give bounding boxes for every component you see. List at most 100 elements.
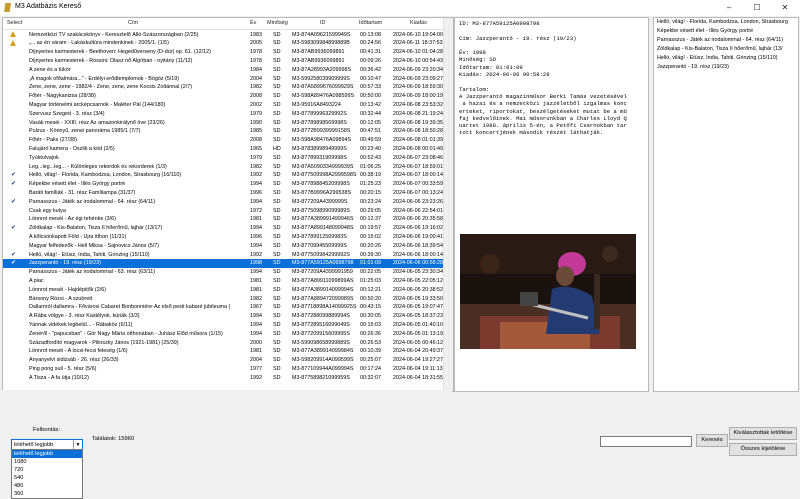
- cell-title: Magyar történelmi arcképcsarnok - Maléte…: [29, 101, 166, 108]
- table-row[interactable]: Díjnyertes karmesterek - Beethoven: Hege…: [3, 48, 453, 57]
- cell-quality: SD: [273, 207, 281, 214]
- resolution-option[interactable]: 540: [12, 474, 82, 482]
- table-row[interactable]: ✔ Képekbe vésett élet - Illés György port…: [3, 180, 453, 189]
- cell-id: M3-598A89476A098599S: [292, 93, 355, 100]
- col-select[interactable]: Select: [7, 20, 22, 26]
- table-row[interactable]: Vasák meséi - XXIII. rész Az amazonkirál…: [3, 118, 453, 127]
- checkmark-icon[interactable]: ✔: [11, 251, 16, 258]
- col-year[interactable]: Év: [250, 20, 256, 26]
- table-row[interactable]: Nemzetközi TV szakácskönyv - Keresztelő …: [3, 30, 453, 39]
- table-row[interactable]: ✔ Helló, világ! - Etüsz, India, Tahiti, G…: [3, 250, 453, 259]
- selected-item[interactable]: Zöldkalap - Kis-Balaton, Tisza II hőerőm…: [657, 46, 783, 52]
- resolution-option[interactable]: 480: [12, 482, 82, 490]
- table-row[interactable]: Századfordító magyarok - Pilinszky János…: [3, 338, 453, 347]
- selected-item[interactable]: Helló, világ! - Etüsz, India, Tahiti, Gr…: [657, 55, 778, 61]
- table-row[interactable]: A piac 1981 SD M3-877A89911099899AS 01:25:03…: [3, 276, 453, 285]
- table-row[interactable]: Díjnyertes karmesterek - Rossini: Olasz …: [3, 56, 453, 65]
- selected-item[interactable]: Helló, világ! - Florida, Kambodzsa, Lond…: [657, 19, 788, 25]
- cell-title: Díjnyertes karmesterek - Rossini: Olasz …: [29, 57, 193, 64]
- col-title[interactable]: Cím: [128, 20, 138, 26]
- table-row[interactable]: Pulzus - Könnyű, zenei panoráma 1985/1 (…: [3, 127, 453, 136]
- close-button[interactable]: ✕: [771, 0, 799, 16]
- selected-item[interactable]: Parnasszus - Játék az irodalommal - 64. …: [657, 37, 783, 43]
- cell-id: M3-87AB9936099891: [292, 57, 345, 64]
- table-row[interactable]: A Tisza - A fa útja (10/12) 1992 SD M3-8775…: [3, 373, 453, 382]
- table-row[interactable]: ✔ Parnasszus - Játék az irodalommal - 64.…: [3, 197, 453, 206]
- cell-quality: SD: [273, 321, 281, 328]
- table-row[interactable]: Magyar felfedezők - Hell Miksa - Sajnovi…: [3, 241, 453, 250]
- table-row[interactable]: Bársony Rózsi - A szubrett 1982 SD M3-877A8…: [3, 294, 453, 303]
- select-all-button[interactable]: Összes kijelölése: [729, 443, 797, 456]
- table-row[interactable]: Szervusz Szeged - 3. rész (3/4) 1979 SD M3-…: [3, 109, 453, 118]
- table-row[interactable]: Csak egy kutya 1972 SD M3-877509899099989S 0…: [3, 206, 453, 215]
- search-button[interactable]: Keresés: [696, 434, 728, 447]
- table-row[interactable]: Falujáró kamera - Oszlik a köd (2/5) 1965…: [3, 144, 453, 153]
- table-row[interactable]: Főtér - Paks (27/38) 2008 SD M3-598A98476A0…: [3, 136, 453, 145]
- table-row[interactable]: ✔ Zöldkalap - Kis-Balaton, Tisza II hőerő…: [3, 224, 453, 233]
- table-vertical-scrollbar[interactable]: [443, 18, 453, 391]
- table-row[interactable]: Lönnrot meséi - A locsi-fecsi feleség (1…: [3, 347, 453, 356]
- checkmark-icon[interactable]: ✔: [11, 224, 16, 231]
- maximize-button[interactable]: ☐: [743, 0, 771, 16]
- table-row[interactable]: „A magok ofőalmára...” - Erdélyi erődtem…: [3, 74, 453, 83]
- table-row[interactable]: Leg...leg...leg... - Különleges rekordok…: [3, 162, 453, 171]
- table-row[interactable]: Zenéről - "papucsban" - Gór Nagy Mária o…: [3, 329, 453, 338]
- cell-id: M3-877289516099049S: [292, 321, 350, 328]
- table-row[interactable]: ✔ Jazzperantó - 19. rész (19/23) 1998 SD M3-…: [3, 258, 453, 268]
- selected-item[interactable]: Képekbe vésett élet - Illés György portr…: [657, 28, 753, 34]
- checkmark-icon[interactable]: ✔: [11, 198, 16, 205]
- resolution-option[interactable]: 720: [12, 466, 82, 474]
- cell-year: 1992: [250, 374, 262, 381]
- resolution-option[interactable]: 1080: [12, 458, 82, 466]
- cell-duration: 00:30:05: [360, 313, 381, 320]
- table-row[interactable]: A Rába völgye - 3. rész Kastélyok, kúriá…: [3, 312, 453, 321]
- table-row[interactable]: A kőlcsönkapott Föld - Újra itthon (11/3…: [3, 232, 453, 241]
- table-row[interactable]: Magyar történelmi arcképcsarnok - Maléte…: [3, 100, 453, 109]
- col-id[interactable]: ID: [320, 20, 326, 26]
- table-row[interactable]: Parnasszus - Játék az irodalommal - 63. …: [3, 268, 453, 277]
- cell-quality: SD: [273, 313, 281, 320]
- table-row[interactable]: Baráti famíliák - 31. rész Famíliampa (3…: [3, 188, 453, 197]
- table-row[interactable]: Tyúktolvajok 1979 SD M3-87789931909998S 00:5…: [3, 153, 453, 162]
- table-row[interactable]: A zene és a tükör 1984 SD M3-87A28993A20999…: [3, 65, 453, 74]
- cell-title: A Tisza - A fa útja (10/12): [29, 374, 89, 381]
- cell-title: „A magok ofőalmára...” - Erdélyi erődtem…: [29, 75, 180, 82]
- table-row[interactable]: „... az én váram - Lakáskultúra mindenki…: [3, 39, 453, 48]
- table-row[interactable]: Anyanyelvi sidizsáb - 26. rész (26/33) 20…: [3, 356, 453, 365]
- cell-duration: 00:41:31: [360, 49, 381, 56]
- cell-year: 1981: [250, 277, 262, 284]
- cell-year: 1990: [250, 119, 262, 126]
- cell-year: 1982: [250, 163, 262, 170]
- selected-item[interactable]: Jazzperantó - 19. rész (19/23): [657, 64, 729, 70]
- table-row[interactable]: Főtér - Nagykanizsa (28/38) 2008 SD M3-598A…: [3, 92, 453, 101]
- cell-id: M3-87789898569998S: [292, 119, 347, 126]
- minimize-button[interactable]: –: [715, 0, 743, 16]
- table-row[interactable]: Lönnrot meséi - Az égi tehénke (3/6) 1981…: [3, 215, 453, 224]
- table-row[interactable]: Ping pong suli - 5. rész (5/6) 1977 SD M3-8…: [3, 364, 453, 373]
- table-row[interactable]: Zene, zene, zene - 1982/4 - Zene, zene, …: [3, 83, 453, 92]
- table-row[interactable]: Lönnrot meséi - Hajdépitők (2/6) 1981 SD M3…: [3, 285, 453, 294]
- cell-id: M3-598209914A099599S: [292, 357, 354, 364]
- cell-id: M3-599258039909999S: [292, 75, 350, 82]
- col-duration[interactable]: Időtartam: [359, 20, 382, 26]
- table-row[interactable]: ✔ Helló, világ! - Florida, Kambodzsa, Lon…: [3, 171, 453, 180]
- cell-quality: SD: [273, 119, 281, 126]
- table-horizontal-scrollbar[interactable]: [2, 390, 452, 397]
- results-table[interactable]: Select Cím Év Minőség ID Időtartam Kiadá…: [2, 17, 454, 392]
- checkmark-icon[interactable]: ✔: [11, 171, 16, 178]
- col-release[interactable]: Kiadás: [410, 20, 427, 26]
- table-row[interactable]: Yannak vidékek legbelül... - Rábaköz (6/…: [3, 320, 453, 329]
- search-input[interactable]: [600, 436, 692, 447]
- resolution-dropdown[interactable]: leléhető legjobb 1080 720 540 480 360: [11, 449, 83, 499]
- checkmark-icon[interactable]: ✔: [11, 259, 16, 266]
- resolution-option[interactable]: leléhető legjobb: [12, 450, 82, 458]
- col-quality[interactable]: Minőség: [267, 20, 288, 26]
- cell-id: M3-87789996329992S: [292, 110, 347, 117]
- checkmark-icon[interactable]: ✔: [11, 180, 16, 187]
- download-selected-button[interactable]: Kiválasztottak letöltése: [729, 427, 797, 440]
- cell-year: 1977: [250, 365, 262, 372]
- cell-id: M3-87838998949999S: [292, 145, 347, 152]
- cell-id: M3-877898845209998S: [292, 181, 350, 188]
- table-row[interactable]: Dallamról dallamra - Fővárosi Cabaret Bo…: [3, 303, 453, 312]
- warning-icon: [10, 39, 16, 46]
